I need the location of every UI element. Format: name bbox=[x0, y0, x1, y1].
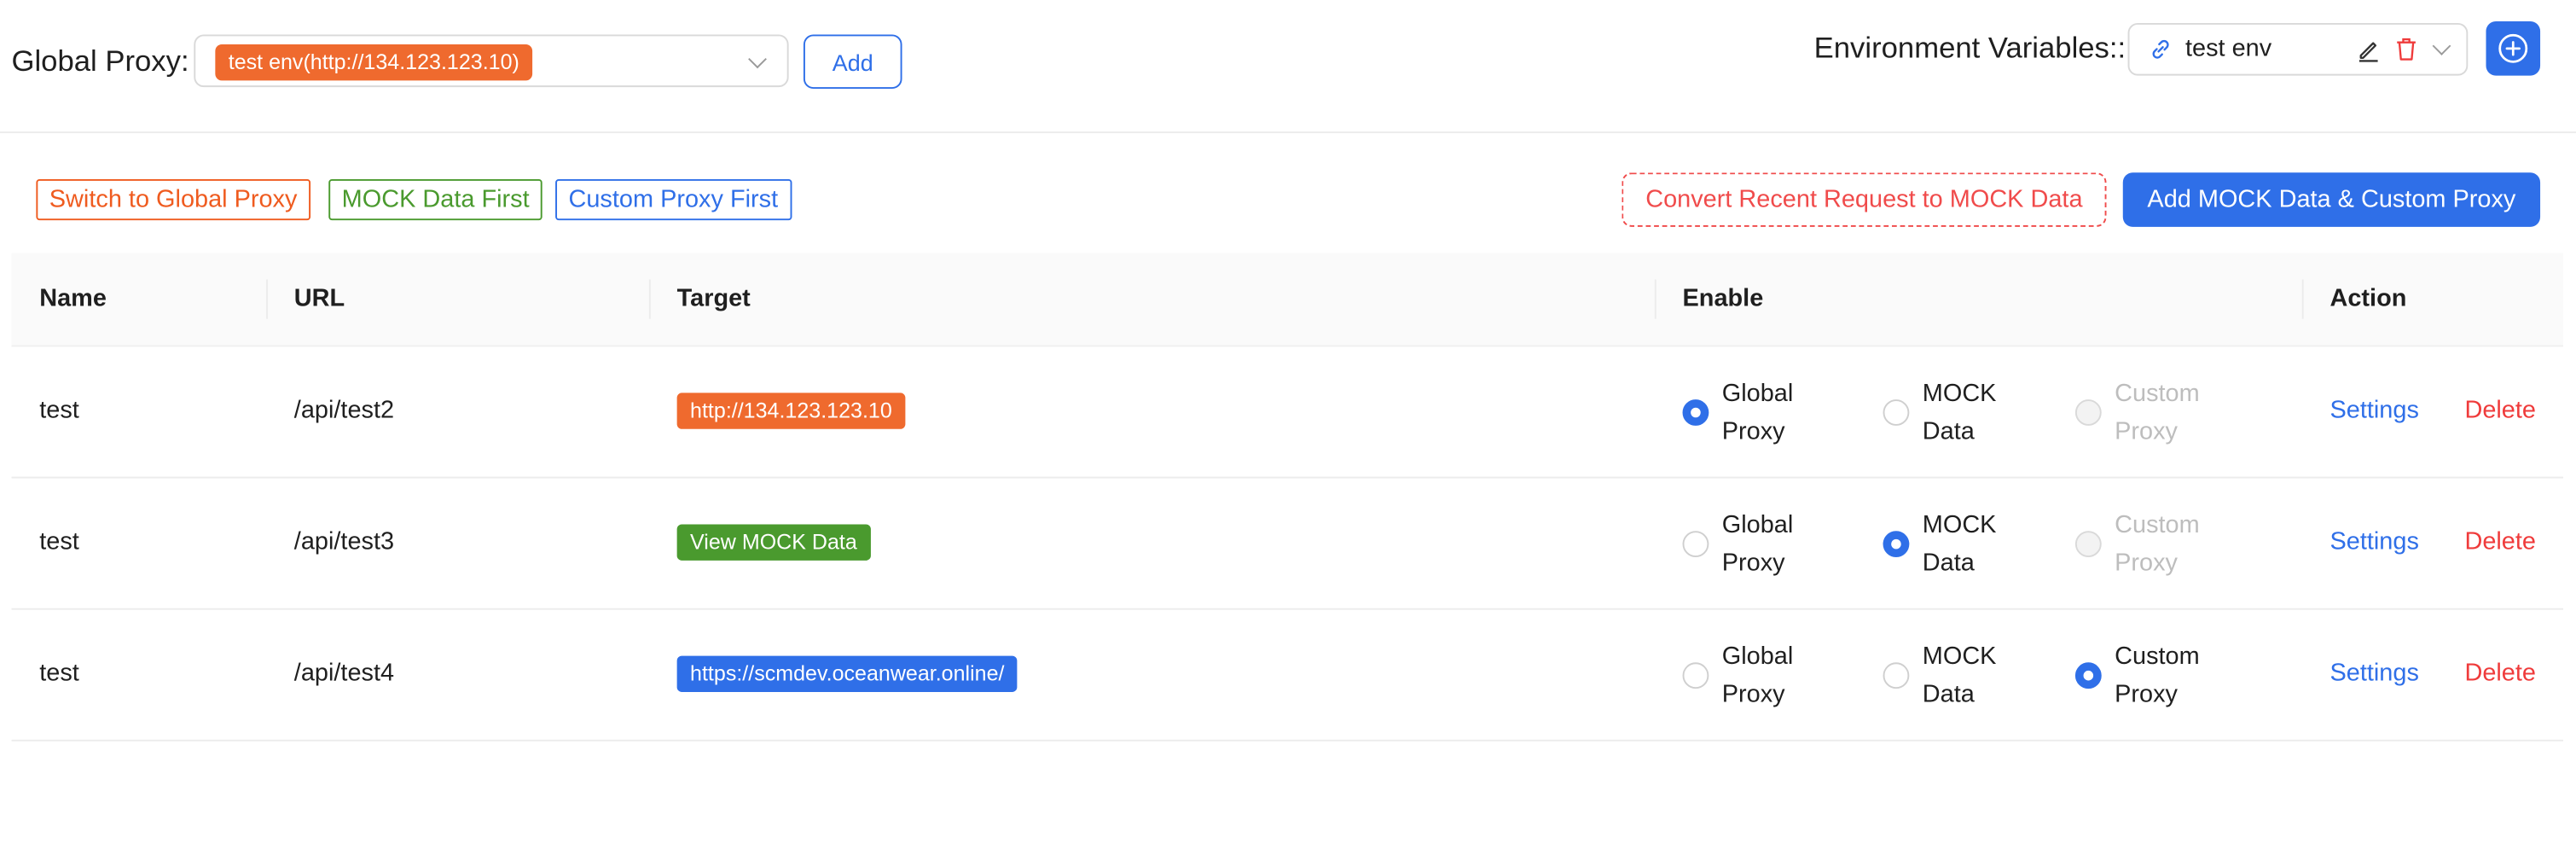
radio-dot bbox=[1682, 662, 1709, 689]
delete-icon[interactable] bbox=[2394, 36, 2419, 62]
switch-to-global-proxy-button[interactable]: Switch to Global Proxy bbox=[36, 178, 310, 221]
global-proxy-label: Global Proxy: bbox=[11, 44, 189, 78]
radio-dot bbox=[2074, 399, 2102, 426]
row-name: test bbox=[39, 527, 79, 556]
delete-link[interactable]: Delete bbox=[2464, 396, 2536, 424]
row-name: test bbox=[39, 659, 79, 688]
global-proxy-select[interactable]: test env(http://134.123.123.10) bbox=[194, 34, 789, 88]
header-target: Target bbox=[676, 284, 751, 312]
environment-selected-value: test env bbox=[2184, 34, 2272, 63]
radio-dot bbox=[1883, 531, 1910, 558]
proxy-table: Name URL Target Enable Action test /api/… bbox=[11, 253, 2564, 742]
row-url: /api/test2 bbox=[293, 396, 395, 424]
radio-mock-data[interactable]: MOCK Data bbox=[1883, 637, 2064, 713]
environment-variables-label: Environment Variables:: bbox=[1813, 31, 2126, 65]
radio-label: MOCK Data bbox=[1922, 379, 1997, 446]
header-divider bbox=[266, 279, 268, 319]
radio-dot bbox=[2074, 662, 2102, 689]
header-divider bbox=[2301, 279, 2304, 319]
radio-mock-data[interactable]: MOCK Data bbox=[1883, 375, 2064, 451]
radio-label: Global Proxy bbox=[1721, 511, 1794, 578]
radio-label: Global Proxy bbox=[1721, 643, 1794, 709]
delete-link[interactable]: Delete bbox=[2464, 659, 2536, 687]
table-row: test /api/test4 https://scmdev.oceanwear… bbox=[11, 610, 2564, 742]
link-icon bbox=[2152, 39, 2169, 59]
table-header: Name URL Target Enable Action bbox=[11, 253, 2564, 347]
radio-label: Global Proxy bbox=[1721, 379, 1794, 446]
header-divider bbox=[1654, 279, 1656, 319]
top-toolbar: Global Proxy: test env(http://134.123.12… bbox=[0, 0, 2576, 134]
header-divider bbox=[648, 279, 651, 319]
radio-dot bbox=[1682, 399, 1709, 426]
radio-label: Custom Proxy bbox=[2115, 379, 2200, 446]
add-global-proxy-button[interactable]: Add bbox=[803, 34, 902, 90]
radio-mock-data[interactable]: MOCK Data bbox=[1883, 506, 2064, 582]
radio-custom-proxy[interactable]: Custom Proxy bbox=[2074, 375, 2256, 451]
radio-dot bbox=[2074, 531, 2102, 558]
radio-custom-proxy[interactable]: Custom Proxy bbox=[2074, 637, 2256, 713]
proxy-settings-page: Global Proxy: test env(http://134.123.12… bbox=[0, 0, 2576, 855]
radio-dot bbox=[1883, 662, 1910, 689]
mock-data-first-button[interactable]: MOCK Data First bbox=[328, 178, 543, 221]
radio-label: MOCK Data bbox=[1922, 511, 1997, 578]
table-row: test /api/test2 http://134.123.123.10 Gl… bbox=[11, 346, 2564, 479]
edit-icon[interactable] bbox=[2356, 38, 2381, 62]
delete-link[interactable]: Delete bbox=[2464, 527, 2536, 555]
radio-label: MOCK Data bbox=[1922, 643, 1997, 709]
radio-custom-proxy[interactable]: Custom Proxy bbox=[2074, 506, 2256, 582]
radio-global-proxy[interactable]: Global Proxy bbox=[1682, 375, 1864, 451]
radio-global-proxy[interactable]: Global Proxy bbox=[1682, 637, 1864, 713]
radio-label: Custom Proxy bbox=[2115, 511, 2200, 578]
row-target-tag[interactable]: View MOCK Data bbox=[676, 524, 871, 561]
add-environment-button[interactable] bbox=[2486, 21, 2541, 76]
row-url: /api/test4 bbox=[293, 659, 395, 688]
radio-global-proxy[interactable]: Global Proxy bbox=[1682, 506, 1864, 582]
chevron-down-icon bbox=[748, 49, 767, 69]
row-target-tag[interactable]: http://134.123.123.10 bbox=[676, 393, 906, 429]
convert-recent-request-button[interactable]: Convert Recent Request to MOCK Data bbox=[1622, 172, 2107, 227]
global-proxy-selected-tag: test env(http://134.123.123.10) bbox=[215, 44, 533, 81]
radio-dot bbox=[1883, 399, 1910, 426]
header-url: URL bbox=[293, 284, 345, 312]
header-enable: Enable bbox=[1682, 284, 1764, 312]
table-row: test /api/test3 View MOCK Data Global Pro… bbox=[11, 479, 2564, 610]
row-target-tag[interactable]: https://scmdev.oceanwear.online/ bbox=[676, 655, 1018, 692]
header-action: Action bbox=[2329, 284, 2407, 312]
settings-link[interactable]: Settings bbox=[2329, 659, 2418, 687]
header-name: Name bbox=[39, 284, 107, 312]
radio-dot bbox=[1682, 531, 1709, 558]
chevron-down-icon bbox=[2432, 37, 2451, 55]
environment-select[interactable]: test env bbox=[2127, 22, 2469, 76]
add-mock-and-custom-proxy-button[interactable]: Add MOCK Data & Custom Proxy bbox=[2122, 172, 2541, 227]
row-name: test bbox=[39, 396, 79, 424]
settings-link[interactable]: Settings bbox=[2329, 527, 2418, 555]
row-url: /api/test3 bbox=[293, 527, 395, 556]
settings-link[interactable]: Settings bbox=[2329, 396, 2418, 424]
radio-label: Custom Proxy bbox=[2115, 643, 2200, 709]
plus-circle-icon bbox=[2498, 33, 2528, 63]
custom-proxy-first-button[interactable]: Custom Proxy First bbox=[555, 178, 792, 221]
